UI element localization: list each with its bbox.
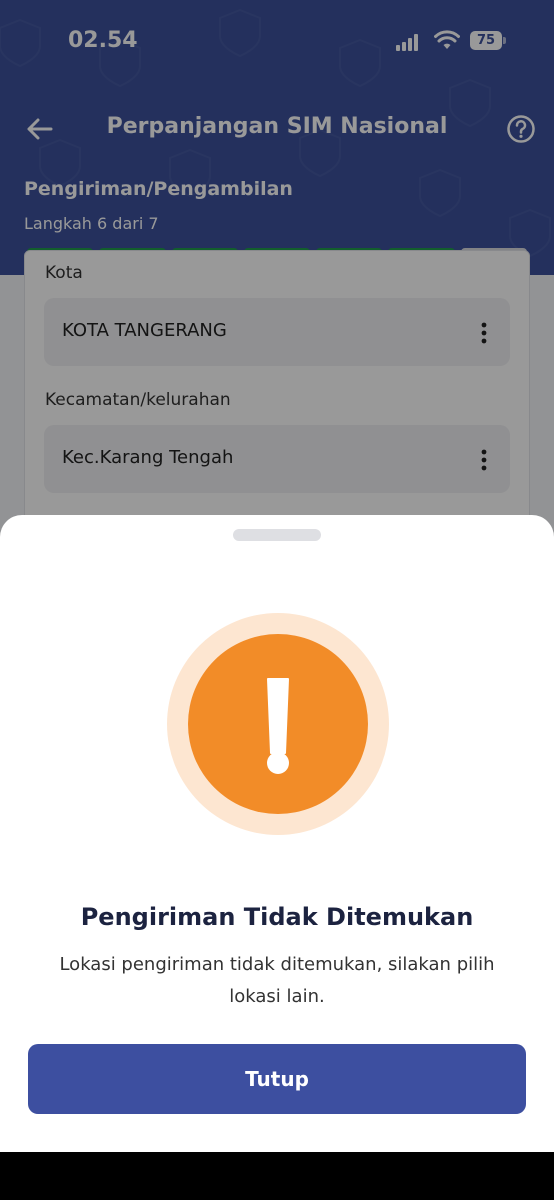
- app-screen: 02.54 75 Perpanjangan SIM Nasional Pengi…: [0, 0, 554, 1152]
- bottom-sheet: Pengiriman Tidak Ditemukan Lokasi pengir…: [0, 515, 554, 1152]
- sheet-drag-handle[interactable]: [233, 529, 321, 541]
- alert-title: Pengiriman Tidak Ditemukan: [80, 903, 474, 931]
- exclamation-alert-icon: [167, 613, 389, 835]
- alert-message: Lokasi pengiriman tidak ditemukan, silak…: [59, 954, 495, 1007]
- close-button[interactable]: Tutup: [28, 1044, 526, 1114]
- home-indicator-area: [0, 1152, 554, 1200]
